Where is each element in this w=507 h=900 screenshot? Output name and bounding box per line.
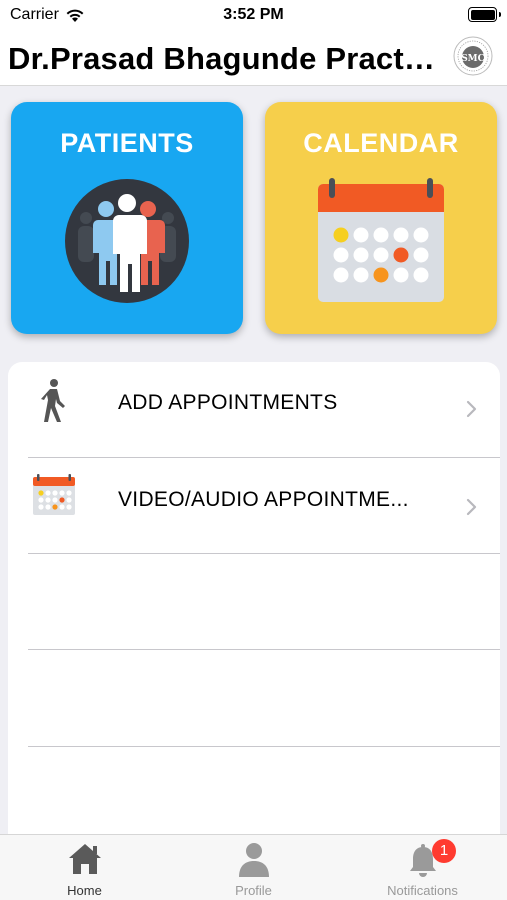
status-bar: Carrier 3:52 PM bbox=[0, 0, 507, 30]
walking-person-icon bbox=[41, 379, 65, 422]
home-icon bbox=[68, 844, 101, 874]
nav-header: Dr.Prasad Bhagunde Practice SMC bbox=[0, 30, 507, 86]
patients-tile[interactable]: PATIENTS bbox=[11, 102, 243, 334]
tab-notifications[interactable]: 1 Notifications bbox=[338, 835, 507, 900]
chevron-right-icon bbox=[466, 400, 477, 418]
patients-tile-label: PATIENTS bbox=[60, 128, 194, 158]
list-item-empty bbox=[8, 554, 500, 650]
calendar-icon bbox=[318, 178, 444, 302]
tab-home[interactable]: Home bbox=[0, 835, 169, 900]
person-icon bbox=[238, 843, 269, 877]
calendar-tile[interactable]: CALENDAR bbox=[265, 102, 497, 334]
tab-notifications-label: Notifications bbox=[387, 883, 458, 898]
calendar-tile-label: CALENDAR bbox=[303, 128, 459, 158]
svg-text:SMC: SMC bbox=[461, 54, 485, 64]
list-item-label: ADD APPOINTMENTS bbox=[118, 391, 338, 414]
notification-badge: 1 bbox=[432, 839, 456, 863]
page-title: Dr.Prasad Bhagunde Practice bbox=[8, 41, 436, 76]
calendar-icon bbox=[33, 474, 75, 515]
menu-list: ADD APPOINTMENTS VIDEO/AUDIO APPOINTME..… bbox=[8, 362, 500, 834]
clinic-logo[interactable]: SMC bbox=[453, 36, 493, 76]
chevron-right-icon bbox=[466, 498, 477, 516]
tab-profile-label: Profile bbox=[235, 883, 272, 898]
list-item-label: VIDEO/AUDIO APPOINTME... bbox=[118, 488, 409, 511]
people-group-icon bbox=[65, 179, 189, 303]
list-item-empty bbox=[8, 651, 500, 747]
tab-bar: Home Profile 1 Notifications bbox=[0, 834, 507, 900]
tab-home-label: Home bbox=[67, 883, 102, 898]
status-time: 3:52 PM bbox=[223, 6, 284, 23]
battery-icon bbox=[468, 7, 501, 22]
tab-profile[interactable]: Profile bbox=[169, 835, 338, 900]
